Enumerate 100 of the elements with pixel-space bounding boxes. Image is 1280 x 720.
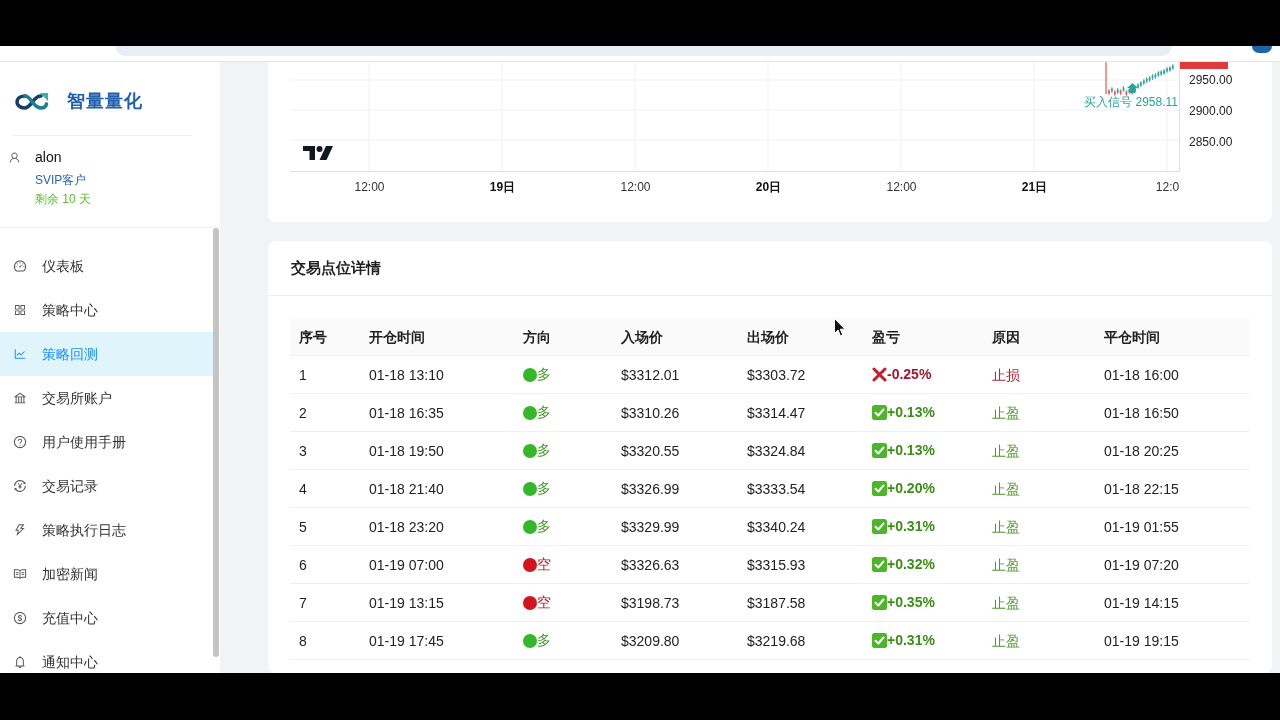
table-cell: 01-19 14:15 (1104, 594, 1179, 611)
time-axis-label: 19日 (489, 179, 516, 195)
reason-label: 止盈 (992, 556, 1020, 573)
column-header: 平仓时间 (1104, 328, 1160, 345)
reason-label: 止盈 (992, 632, 1020, 649)
help-icon (13, 435, 27, 449)
bank-icon (13, 391, 27, 405)
line-chart-icon (13, 347, 27, 361)
direction-label: 多 (537, 631, 551, 650)
table-cell: $3187.58 (747, 594, 806, 611)
pnl-value: +0.31% (887, 631, 935, 650)
status-dot-icon (523, 405, 537, 420)
status-dot-icon (523, 633, 537, 648)
check-box-icon (872, 633, 887, 648)
table-cell: $3333.54 (747, 480, 806, 497)
user-icon (8, 150, 21, 164)
time-axis-label: 21日 (1021, 179, 1048, 195)
price-axis-label: 2850.00 (1189, 134, 1234, 150)
direction-label: 多 (537, 479, 551, 498)
reason-label: 止盈 (992, 594, 1020, 611)
table-cell: $3326.63 (621, 556, 680, 573)
table-cell: 01-19 13:15 (369, 594, 444, 611)
pnl-value: +0.20% (887, 479, 935, 498)
check-box-icon (872, 405, 887, 420)
table-cell: 6 (299, 556, 307, 573)
table-cell: $3314.47 (747, 404, 806, 421)
table-cell: 01-18 21:40 (369, 480, 444, 497)
time-axis-label: 12:00 (886, 179, 917, 195)
reason-label: 止损 (992, 366, 1020, 383)
reason-label: 止盈 (992, 480, 1020, 497)
direction-label: 多 (537, 365, 551, 384)
table-cell: 01-19 07:00 (369, 556, 444, 573)
pnl-value: -0.25% (887, 365, 932, 384)
card-title: 交易点位详情 (291, 257, 381, 278)
direction-label: 空 (537, 555, 551, 574)
reason-label: 止盈 (992, 518, 1020, 535)
check-box-icon (872, 481, 887, 496)
column-header: 出场价 (747, 328, 789, 345)
status-dot-icon (523, 519, 537, 534)
remaining-days: 剩余 10 天 (35, 190, 91, 208)
pnl-value: +0.13% (887, 403, 935, 422)
price-axis-label: 2950.00 (1189, 72, 1234, 88)
gauge-icon (13, 259, 27, 273)
time-axis-label: 12:0 (1155, 179, 1180, 195)
status-dot-icon (523, 481, 537, 496)
table-cell: 01-19 17:45 (369, 632, 444, 649)
table-cell: $3320.55 (621, 442, 680, 459)
table-cell: 01-18 16:35 (369, 404, 444, 421)
table-cell: 1 (299, 366, 307, 383)
column-header: 入场价 (621, 328, 663, 345)
status-dot-icon (523, 367, 537, 382)
table-cell: $3315.93 (747, 556, 806, 573)
check-box-icon (872, 443, 887, 458)
direction-label: 多 (537, 517, 551, 536)
table-cell: 7 (299, 594, 307, 611)
table-cell: 01-19 01:55 (1104, 518, 1179, 535)
direction-label: 多 (537, 441, 551, 460)
table-cell: 4 (299, 480, 307, 497)
pnl-value: +0.13% (887, 441, 935, 460)
table-cell: $3340.24 (747, 518, 806, 535)
reason-label: 止盈 (992, 404, 1020, 421)
table-cell: $3219.68 (747, 632, 806, 649)
scrollbar-thumb[interactable] (213, 228, 219, 657)
table-cell: 01-18 19:50 (369, 442, 444, 459)
column-header: 盈亏 (872, 328, 900, 345)
address-bar[interactable] (115, 46, 1172, 56)
column-header: 开仓时间 (369, 328, 425, 345)
table-cell: $3324.84 (747, 442, 806, 459)
reason-label: 止盈 (992, 442, 1020, 459)
column-header: 序号 (299, 328, 327, 345)
table-cell: 01-19 07:20 (1104, 556, 1179, 573)
bell-icon (13, 655, 27, 669)
cross-icon (872, 367, 887, 382)
lightning-icon (13, 523, 27, 537)
table-cell: 01-18 23:20 (369, 518, 444, 535)
table-cell: 01-18 16:00 (1104, 366, 1179, 383)
check-box-icon (872, 595, 887, 610)
table-cell: $3326.99 (621, 480, 680, 497)
table-cell: 5 (299, 518, 307, 535)
brand-name: 智量量化 (67, 89, 143, 113)
table-cell: 01-18 20:25 (1104, 442, 1179, 459)
price-axis-label: 2900.00 (1189, 103, 1234, 119)
time-axis-label: 12:00 (620, 179, 651, 195)
table-cell: 01-18 16:50 (1104, 404, 1179, 421)
user-name: alon (35, 147, 62, 167)
pnl-value: +0.35% (887, 593, 935, 612)
price-marker (1180, 62, 1228, 69)
table-cell: $3310.26 (621, 404, 680, 421)
book-icon (13, 567, 27, 581)
pnl-value: +0.31% (887, 517, 935, 536)
transaction-icon (13, 479, 27, 493)
column-header: 方向 (523, 328, 551, 345)
chart-logo-icon (303, 146, 333, 160)
table-cell: $3303.72 (747, 366, 806, 383)
table-cell: $3312.01 (621, 366, 680, 383)
time-axis-label: 12:00 (354, 179, 385, 195)
pnl-value: +0.32% (887, 555, 935, 574)
direction-label: 多 (537, 403, 551, 422)
status-dot-icon (523, 557, 537, 572)
table-cell: 01-19 19:15 (1104, 632, 1179, 649)
